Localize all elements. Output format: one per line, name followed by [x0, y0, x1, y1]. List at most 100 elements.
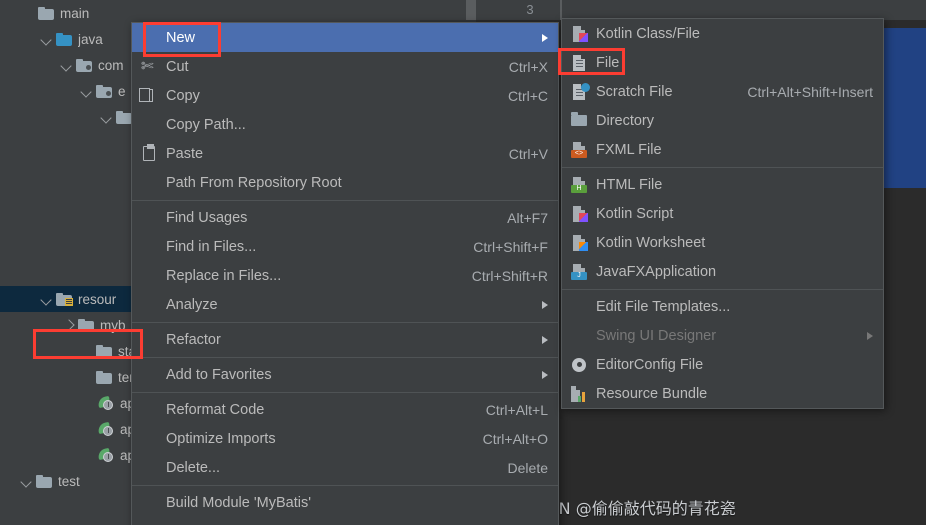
tree-item-label: myb [100, 317, 126, 333]
submenu-item-kotlin-class-file[interactable]: Kotlin Class/File [562, 19, 883, 48]
menu-item-label: Find in Files... [166, 238, 257, 255]
submenu-arrow-icon [542, 300, 548, 309]
menu-item-find-usages[interactable]: Find Usages Alt+F7 [132, 203, 558, 232]
menu-item-shortcut: Ctrl+X [508, 58, 548, 75]
tab-divider-left [466, 0, 476, 20]
menu-separator [132, 322, 558, 323]
menu-item-shortcut: Ctrl+Shift+F [473, 238, 548, 255]
menu-item-label: Path From Repository Root [166, 174, 342, 191]
folder-icon [78, 318, 95, 333]
menu-item-label: Copy [166, 87, 200, 104]
tree-item-label: com [98, 57, 124, 73]
menu-item-add-to-favorites[interactable]: Add to Favorites [132, 360, 558, 389]
menu-icon-placeholder [140, 238, 160, 256]
package-icon [96, 84, 113, 99]
copy-icon [139, 87, 160, 105]
submenu-item-label: Scratch File [596, 83, 673, 100]
menu-item-copy[interactable]: Copy Ctrl+C [132, 81, 558, 110]
twisty-placeholder [80, 370, 94, 384]
submenu-item-html-file[interactable]: H HTML File [562, 170, 883, 199]
menu-separator [132, 200, 558, 201]
file-icon [570, 54, 590, 72]
menu-icon-placeholder [140, 29, 160, 47]
submenu-item-label: Edit File Templates... [596, 298, 731, 315]
menu-item-reformat-code[interactable]: Reformat Code Ctrl+Alt+L [132, 395, 558, 424]
editor-tab-number[interactable]: 3 [500, 0, 560, 20]
menu-item-replace-in-files[interactable]: Replace in Files... Ctrl+Shift+R [132, 261, 558, 290]
submenu-item-fxml-file[interactable]: <> FXML File [562, 135, 883, 164]
project-context-menu[interactable]: New ✄ Cut Ctrl+X Copy Ctrl+C Copy Path..… [131, 22, 559, 525]
menu-item-analyze[interactable]: Analyze [132, 290, 558, 319]
submenu-item-label: HTML File [596, 176, 663, 193]
twisty-placeholder [80, 344, 94, 358]
new-submenu[interactable]: Kotlin Class/File File Scratch File Ctrl… [561, 18, 884, 409]
menu-item-cut[interactable]: ✄ Cut Ctrl+X [132, 52, 558, 81]
submenu-item-label: Resource Bundle [596, 385, 708, 402]
menu-item-label: Add to Favorites [166, 366, 272, 383]
menu-item-shortcut: Ctrl+Shift+R [471, 267, 548, 284]
submenu-item-edit-file-templates[interactable]: Edit File Templates... [562, 292, 883, 321]
menu-item-label: Reformat Code [166, 401, 265, 418]
menu-item-label: Optimize Imports [166, 430, 276, 447]
menu-item-copy-path[interactable]: Copy Path... [132, 110, 558, 139]
menu-item-path-from-repository-root[interactable]: Path From Repository Root [132, 168, 558, 197]
chevron-down-icon[interactable] [60, 58, 74, 72]
submenu-arrow-icon [542, 33, 548, 42]
submenu-arrow-icon [542, 335, 548, 344]
menu-item-build-module[interactable]: Build Module 'MyBatis' [132, 488, 558, 517]
submenu-item-editorconfig-file[interactable]: EditorConfig File [562, 350, 883, 379]
submenu-item-javafx-application[interactable]: J JavaFXApplication [562, 257, 883, 286]
kotlin-worksheet-icon [570, 234, 590, 252]
gear-icon [570, 356, 590, 374]
twisty-placeholder [82, 422, 96, 436]
menu-icon-placeholder [570, 298, 590, 316]
chevron-down-icon[interactable] [40, 32, 54, 46]
chevron-right-icon[interactable] [62, 318, 76, 332]
tree-item-label: e [118, 83, 126, 99]
submenu-item-label: Kotlin Worksheet [596, 234, 706, 251]
menu-item-shortcut: Ctrl+Alt+L [485, 401, 548, 418]
menu-item-delete[interactable]: Delete... Delete [132, 453, 558, 482]
chevron-down-icon[interactable] [100, 110, 114, 124]
fxml-file-icon: <> [570, 141, 590, 159]
tree-item-label: java [78, 31, 103, 47]
ide-window: 3 .:330 认是r 多 l.cj example: demo: debug [0, 0, 926, 525]
menu-item-label: Refactor [166, 331, 221, 348]
resources-folder-icon [56, 292, 73, 307]
menu-item-shortcut: Ctrl+Alt+O [482, 430, 548, 447]
menu-item-paste[interactable]: Paste Ctrl+V [132, 139, 558, 168]
menu-item-find-in-files[interactable]: Find in Files... Ctrl+Shift+F [132, 232, 558, 261]
submenu-item-scratch-file[interactable]: Scratch File Ctrl+Alt+Shift+Insert [562, 77, 883, 106]
folder-icon [56, 32, 73, 47]
tree-item-label: test [58, 473, 80, 489]
paste-icon [140, 143, 160, 163]
cut-icon: ✄ [141, 57, 154, 75]
submenu-item-resource-bundle[interactable]: Resource Bundle [562, 379, 883, 408]
submenu-item-kotlin-script[interactable]: Kotlin Script [562, 199, 883, 228]
submenu-item-kotlin-worksheet[interactable]: Kotlin Worksheet [562, 228, 883, 257]
submenu-arrow-icon [867, 331, 873, 340]
spring-config-icon [97, 447, 115, 463]
menu-item-shortcut: Alt+F7 [507, 209, 548, 226]
menu-item-label: Replace in Files... [166, 267, 282, 284]
tree-item-label: main [60, 5, 90, 21]
chevron-down-icon[interactable] [80, 84, 94, 98]
menu-separator [132, 485, 558, 486]
menu-item-new[interactable]: New [132, 23, 558, 52]
chevron-down-icon[interactable] [40, 292, 54, 306]
submenu-item-file[interactable]: File [562, 48, 883, 77]
menu-item-label: Delete... [166, 459, 220, 476]
menu-item-rebuild[interactable]: Rebuild '<default>' Ctrl+Shift+F9 [132, 517, 558, 525]
submenu-item-label: FXML File [596, 141, 662, 158]
submenu-separator [562, 289, 883, 290]
menu-icon-placeholder [140, 459, 160, 477]
submenu-separator [562, 167, 883, 168]
menu-icon-placeholder [140, 209, 160, 227]
submenu-item-label: JavaFXApplication [596, 263, 717, 280]
chevron-down-icon[interactable] [20, 474, 34, 488]
submenu-item-directory[interactable]: Directory [562, 106, 883, 135]
submenu-item-label: Kotlin Class/File [596, 25, 700, 42]
spring-config-icon [97, 421, 115, 437]
menu-item-refactor[interactable]: Refactor [132, 325, 558, 354]
menu-item-optimize-imports[interactable]: Optimize Imports Ctrl+Alt+O [132, 424, 558, 453]
